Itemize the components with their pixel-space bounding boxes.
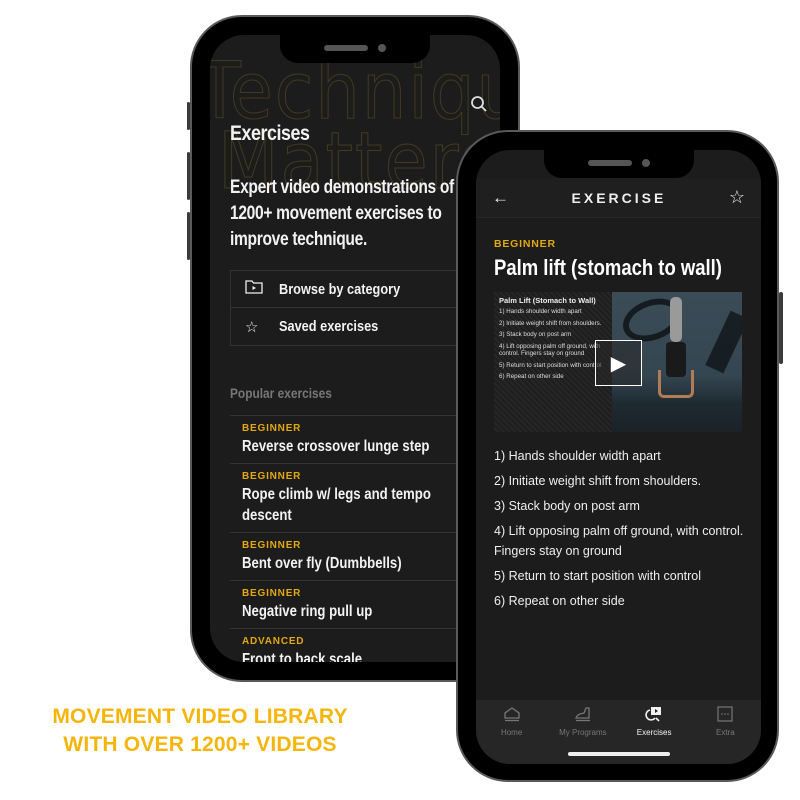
power-button bbox=[779, 292, 783, 364]
exercise-video[interactable]: Palm Lift (Stomach to Wall) 1) Hands sho… bbox=[494, 292, 742, 432]
video-overlay-step: 6) Repeat on other side bbox=[499, 373, 564, 380]
play-icon: ▶ bbox=[610, 352, 627, 375]
exercise-name: Negative ring pull up bbox=[242, 603, 373, 620]
volume-down-button bbox=[187, 212, 190, 260]
play-button[interactable]: ▶ bbox=[595, 340, 642, 386]
notch bbox=[543, 150, 694, 178]
exercise-name: Front to back scale bbox=[242, 651, 363, 662]
tab-label: My Programs bbox=[559, 728, 607, 737]
step-text: 5) Return to start position with control bbox=[494, 569, 702, 583]
video-overlay-step: 2) Initiate weight shift from shoulders. bbox=[499, 319, 602, 327]
menu-label: Browse by category bbox=[279, 280, 401, 298]
caption-line: WITH OVER 1200+ VIDEOS bbox=[63, 733, 337, 756]
home-icon bbox=[503, 706, 521, 726]
level-badge: BEGINNER bbox=[494, 238, 556, 250]
step-text: 3) Stack body on post arm bbox=[494, 499, 640, 513]
video-overlay-step: 1) Hands shoulder width apart bbox=[499, 308, 582, 315]
header-title: EXERCISE bbox=[571, 189, 667, 206]
section-title: Popular exercises bbox=[230, 385, 332, 401]
video-overlay-step: 5) Return to start position with control bbox=[499, 361, 602, 369]
video-search-icon bbox=[645, 706, 663, 726]
front-phone-frame: ← EXERCISE ☆ BEGINNER Palm lift (stomach… bbox=[456, 130, 783, 782]
home-indicator[interactable] bbox=[567, 752, 670, 756]
more-icon bbox=[717, 706, 733, 726]
front-phone-screen: ← EXERCISE ☆ BEGINNER Palm lift (stomach… bbox=[476, 150, 761, 764]
chair-icon bbox=[574, 706, 592, 726]
volume-up-button bbox=[187, 152, 190, 200]
tab-label: Extra bbox=[716, 728, 735, 737]
step-text: 4) Lift opposing palm off ground, with c… bbox=[494, 524, 744, 558]
bottom-tab-bar: Home My Programs Exercises Extra bbox=[476, 700, 761, 764]
exercise-name: Rope climb w/ legs and tempo descent bbox=[242, 486, 431, 524]
star-icon: ☆ bbox=[245, 318, 259, 336]
favorite-star-icon[interactable]: ☆ bbox=[729, 187, 745, 208]
search-icon[interactable] bbox=[470, 95, 488, 118]
notch bbox=[280, 35, 430, 63]
step-text: 6) Repeat on other side bbox=[494, 594, 625, 608]
promo-caption: MOVEMENT VIDEO LIBRARY WITH OVER 1200+ V… bbox=[0, 703, 400, 759]
video-overlay-step: 4) Lift opposing palm off ground, with c… bbox=[499, 342, 601, 358]
tab-extra[interactable]: Extra bbox=[690, 706, 760, 764]
step-text: 1) Hands shoulder width apart bbox=[494, 449, 661, 463]
tab-home[interactable]: Home bbox=[477, 706, 547, 764]
menu-label: Saved exercises bbox=[279, 318, 379, 335]
mute-switch bbox=[187, 102, 190, 130]
tab-label: Home bbox=[500, 728, 523, 737]
exercise-header: ← EXERCISE ☆ bbox=[476, 178, 761, 218]
caption-line: MOVEMENT VIDEO LIBRARY bbox=[52, 705, 348, 728]
exercise-name: Bent over fly (Dumbbells) bbox=[242, 555, 402, 572]
video-overlay-title: Palm Lift (Stomach to Wall) bbox=[499, 296, 596, 305]
video-overlay-step: 3) Stack body on post arm bbox=[499, 331, 572, 338]
folder-play-icon bbox=[245, 280, 267, 298]
exercise-name: Reverse crossover lunge step bbox=[242, 438, 430, 455]
exercise-title: Palm lift (stomach to wall) bbox=[494, 255, 722, 280]
exercise-steps: 1) Hands shoulder width apart 2) Initiat… bbox=[494, 446, 749, 616]
tab-label: Exercises bbox=[636, 728, 672, 737]
back-arrow-icon[interactable]: ← bbox=[492, 188, 509, 208]
page-title: Exercises bbox=[230, 122, 310, 145]
step-text: 2) Initiate weight shift from shoulders. bbox=[494, 474, 702, 488]
